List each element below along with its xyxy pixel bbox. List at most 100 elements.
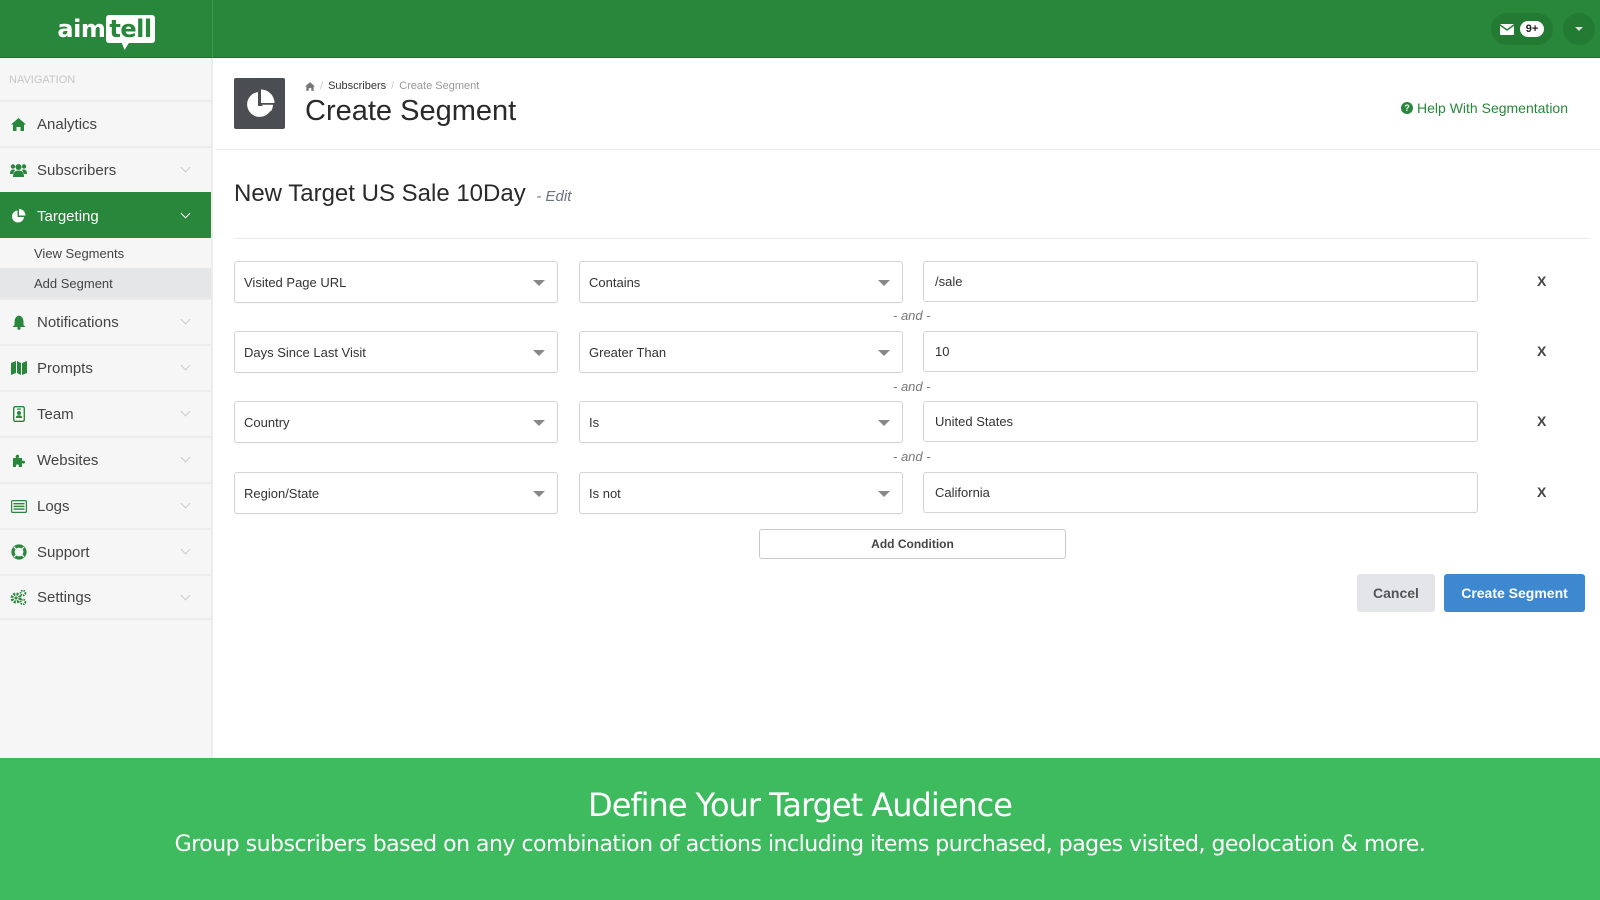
caret-down-icon: [533, 491, 545, 497]
chevron-down-icon: [180, 208, 191, 219]
home-icon[interactable]: [305, 81, 315, 91]
list-icon: [10, 498, 27, 515]
caret-down-icon: [878, 491, 890, 497]
logo-area[interactable]: aim tell: [0, 0, 213, 58]
select-value: Contains: [589, 274, 641, 290]
create-segment-button[interactable]: Create Segment: [1444, 574, 1585, 612]
sidebar-item-label: Team: [37, 405, 74, 423]
messages-button[interactable]: 9+: [1491, 13, 1553, 45]
breadcrumb-subscribers[interactable]: Subscribers: [328, 80, 386, 92]
caret-down-icon: [533, 350, 545, 356]
sidebar-item-settings[interactable]: Settings: [0, 574, 211, 620]
bell-icon: [10, 314, 27, 331]
and-separator: - and -: [893, 379, 931, 394]
divider: [234, 238, 1590, 239]
id-badge-icon: [10, 406, 27, 423]
sidebar-item-label: Websites: [37, 451, 99, 469]
condition-field-select[interactable]: Region/State: [234, 472, 558, 514]
breadcrumb-separator: /: [320, 80, 324, 92]
chevron-down-icon: [180, 590, 191, 601]
breadcrumb-separator: /: [391, 80, 395, 92]
select-value: Is: [589, 414, 600, 430]
aimtell-logo[interactable]: aim tell: [57, 15, 155, 43]
and-separator: - and -: [893, 308, 931, 323]
sidebar-item-label: Prompts: [37, 359, 93, 377]
envelope-icon: [1499, 23, 1514, 35]
remove-condition-button[interactable]: X: [1537, 484, 1546, 500]
add-condition-button[interactable]: Add Condition: [759, 529, 1066, 559]
sidebar-item-label: Targeting: [37, 207, 99, 225]
life-ring-icon: [10, 544, 27, 561]
select-value: Greater Than: [589, 344, 667, 360]
condition-row: Country Is X: [234, 401, 1574, 443]
segment-name-text: New Target US Sale 10Day: [234, 180, 526, 207]
navigation-heading: NAVIGATION: [9, 74, 76, 86]
condition-operator-select[interactable]: Is: [579, 401, 903, 443]
cogs-icon: [10, 589, 27, 606]
breadcrumb: / Subscribers / Create Segment: [305, 80, 479, 92]
chevron-down-icon: [180, 406, 191, 417]
remove-condition-button[interactable]: X: [1537, 343, 1546, 359]
sidebar-item-label: Subscribers: [37, 161, 117, 179]
condition-field-select[interactable]: Days Since Last Visit: [234, 331, 558, 373]
caret-down-icon: [878, 280, 890, 286]
caret-down-icon: [1575, 27, 1583, 31]
puzzle-icon: [10, 452, 27, 469]
top-bar: aim tell 9+: [0, 0, 1600, 58]
page-header: / Subscribers / Create Segment Create Se…: [215, 58, 1600, 150]
remove-condition-button[interactable]: X: [1537, 273, 1546, 289]
sidebar-item-websites[interactable]: Websites: [0, 436, 211, 482]
sidebar-item-analytics[interactable]: Analytics: [0, 100, 211, 146]
chevron-down-icon: [180, 498, 191, 509]
banner-subtitle: Group subscribers based on any combinati…: [174, 832, 1426, 857]
sidebar-item-notifications[interactable]: Notifications: [0, 298, 211, 344]
sidebar-item-support[interactable]: Support: [0, 528, 211, 574]
banner-title: Define Your Target Audience: [588, 786, 1013, 824]
sidebar-subitem-view-segments[interactable]: View Segments: [0, 238, 211, 268]
caret-down-icon: [533, 420, 545, 426]
condition-operator-select[interactable]: Is not: [579, 472, 903, 514]
segment-name: New Target US Sale 10Day - Edit: [234, 180, 571, 208]
user-menu-dropdown[interactable]: [1563, 13, 1595, 45]
chevron-down-icon: [180, 452, 191, 463]
sidebar-item-targeting[interactable]: Targeting: [0, 192, 211, 238]
sidebar-item-prompts[interactable]: Prompts: [0, 344, 211, 390]
chevron-down-icon: [180, 162, 191, 173]
chevron-down-icon: [180, 314, 191, 325]
help-link-label: Help With Segmentation: [1417, 100, 1568, 116]
sidebar-item-logs[interactable]: Logs: [0, 482, 211, 528]
home-icon: [10, 116, 27, 133]
logo-text-aim: aim: [57, 15, 106, 43]
sidebar: NAVIGATION Analytics Subscribers Targeti…: [0, 58, 213, 758]
select-value: Country: [244, 414, 290, 430]
edit-segment-name-link[interactable]: - Edit: [536, 188, 571, 205]
logo-text-tell: tell: [106, 15, 155, 43]
condition-row: Region/State Is not X: [234, 472, 1574, 514]
page-title: Create Segment: [305, 95, 517, 127]
condition-operator-select[interactable]: Contains: [579, 261, 903, 303]
remove-condition-button[interactable]: X: [1537, 413, 1546, 429]
caret-down-icon: [878, 350, 890, 356]
sidebar-item-label: Support: [37, 543, 90, 561]
sidebar-item-label: Notifications: [37, 313, 119, 331]
condition-field-select[interactable]: Country: [234, 401, 558, 443]
map-icon: [10, 360, 27, 377]
condition-row: Visited Page URL Contains X: [234, 261, 1574, 303]
condition-operator-select[interactable]: Greater Than: [579, 331, 903, 373]
condition-value-input[interactable]: [923, 401, 1478, 442]
sidebar-item-team[interactable]: Team: [0, 390, 211, 436]
sidebar-item-subscribers[interactable]: Subscribers: [0, 146, 211, 192]
cancel-button[interactable]: Cancel: [1357, 574, 1435, 612]
users-icon: [10, 162, 27, 179]
condition-field-select[interactable]: Visited Page URL: [234, 261, 558, 303]
select-value: Visited Page URL: [244, 274, 347, 290]
condition-value-input[interactable]: [923, 331, 1478, 372]
pie-chart-icon: [234, 78, 285, 129]
condition-value-input[interactable]: [923, 261, 1478, 302]
chevron-down-icon: [180, 360, 191, 371]
messages-count-badge: 9+: [1519, 21, 1545, 37]
promo-banner: Define Your Target Audience Group subscr…: [0, 758, 1600, 900]
condition-value-input[interactable]: [923, 472, 1478, 513]
help-with-segmentation-link[interactable]: ? Help With Segmentation: [1401, 100, 1568, 116]
sidebar-subitem-add-segment[interactable]: Add Segment: [0, 268, 211, 298]
